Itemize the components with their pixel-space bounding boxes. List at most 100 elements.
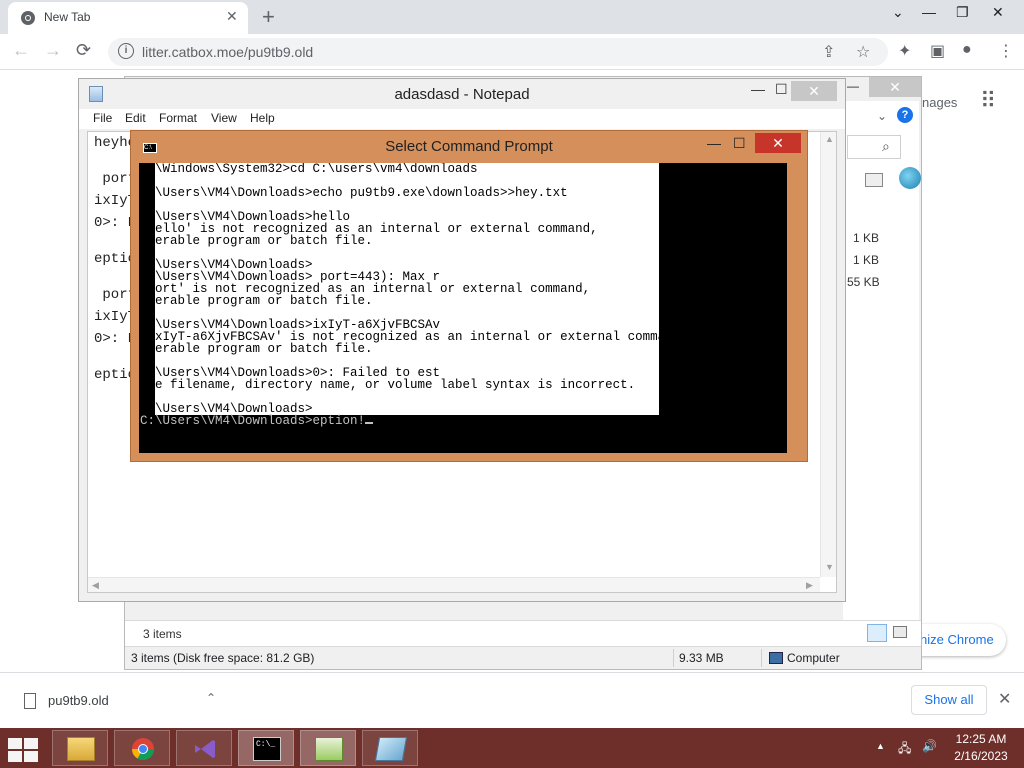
notepad-taskbar-icon [315, 737, 343, 761]
console-line: C:\Users\VM4\Downloads>eption! [140, 415, 374, 427]
status-divider [673, 649, 674, 667]
forward-button[interactable]: → [44, 40, 62, 61]
scroll-up-arrow-icon[interactable]: ▲ [825, 134, 834, 144]
help-icon[interactable]: ? [897, 107, 913, 123]
globe-icon [899, 167, 921, 189]
search-box[interactable]: ⌕ [847, 135, 901, 159]
file-size-1: 1 KB [853, 231, 880, 245]
taskbar-app[interactable] [362, 730, 418, 766]
url-text[interactable]: litter.catbox.moe/pu9tb9.old [142, 44, 313, 60]
console-line: operable program or batch file. [140, 234, 373, 248]
notepad-maximize-button[interactable]: ☐ [775, 81, 788, 98]
site-info-icon[interactable]: i [118, 43, 134, 59]
download-bar-close-button[interactable]: ✕ [998, 689, 1011, 709]
status-location-text: Computer [787, 651, 840, 665]
file-size-2: 1 KB [853, 253, 880, 267]
images-link[interactable]: nages [922, 95, 957, 110]
file-size-3: 55 KB [847, 275, 880, 289]
notepad-menubar: File Edit Format View Help [79, 109, 845, 129]
windows-logo-icon [8, 751, 22, 762]
taskbar-chrome[interactable] [114, 730, 170, 766]
share-icon[interactable]: ⇪ [822, 42, 835, 62]
scroll-down-arrow-icon[interactable]: ▼ [825, 562, 834, 572]
start-button[interactable] [6, 736, 38, 762]
reload-button[interactable]: ⟳ [76, 40, 91, 61]
preview-pane-icon[interactable] [865, 173, 883, 187]
cmd-taskbar-icon: C:\_ [253, 737, 281, 761]
scroll-left-arrow-icon[interactable]: ◀ [92, 580, 99, 591]
taskbar-notepad[interactable] [300, 730, 356, 766]
app-taskbar-icon [374, 737, 408, 761]
search-icon[interactable]: ⌕ [882, 138, 890, 155]
notepad-vertical-scrollbar[interactable]: ▲ ▼ [820, 132, 836, 577]
scroll-right-arrow-icon[interactable]: ▶ [806, 580, 813, 591]
download-options-caret-icon[interactable]: ⌃ [206, 691, 216, 705]
taskbar-file-explorer[interactable] [52, 730, 108, 766]
console-line: operable program or batch file. [140, 294, 373, 308]
show-hidden-icons-arrow[interactable]: ▲ [876, 741, 885, 751]
new-tab-button[interactable]: + [262, 4, 275, 30]
download-bar: pu9tb9.old ⌃ Show all ✕ [0, 672, 1024, 728]
tab-new-tab[interactable]: New Tab ✕ [8, 2, 248, 34]
menu-help[interactable]: Help [250, 111, 275, 125]
download-filename[interactable]: pu9tb9.old [48, 693, 109, 708]
side-panel-icon[interactable]: ▣ [930, 41, 945, 61]
clock[interactable]: 12:25 AM 2/16/2023 [948, 732, 1014, 766]
notepad-titlebar[interactable]: adasdasd - Notepad — ☐ ✕ [79, 79, 845, 109]
visual-studio-icon [195, 740, 215, 758]
console-line: operable program or batch file. [140, 342, 373, 356]
cmd-close-button[interactable]: ✕ [755, 133, 801, 153]
chrome-menu-icon[interactable]: ⋮ [998, 41, 1014, 61]
windows-logo-icon [24, 738, 38, 749]
profile-avatar-icon[interactable]: ● [962, 41, 972, 59]
console-line: The filename, directory name, or volume … [140, 378, 636, 392]
notepad-horizontal-scrollbar[interactable]: ◀ ▶ [88, 577, 820, 592]
show-all-button[interactable]: Show all [911, 685, 987, 715]
status-items-text: 3 items (Disk free space: 81.2 GB) [131, 651, 315, 665]
explorer-item-count-bar: 3 items [125, 620, 921, 646]
cmd-console[interactable]: C:\Windows\System32>cd C:\users\vm4\down… [139, 163, 787, 453]
computer-icon [769, 652, 783, 664]
network-icon[interactable]: 🖧 [898, 739, 911, 760]
notepad-title: adasdasd - Notepad [394, 86, 530, 103]
cmd-maximize-button[interactable]: ☐ [733, 135, 746, 152]
apps-grid-icon[interactable]: ⠿ [980, 88, 996, 114]
details-view-icon[interactable] [867, 624, 887, 642]
extensions-icon[interactable]: ✦ [898, 41, 911, 61]
status-size-text: 9.33 MB [679, 651, 724, 665]
minimize-button[interactable]: — [922, 4, 936, 20]
explorer-minimize-button[interactable]: — [847, 79, 859, 93]
address-bar[interactable]: i litter.catbox.moe/pu9tb9.old ⇪ ☆ [108, 38, 888, 66]
windows-taskbar: C:\_ ▲ 🖧 🔊 12:25 AM 2/16/2023 [0, 728, 1024, 768]
notepad-close-button[interactable]: ✕ [791, 81, 837, 101]
tab-title: New Tab [44, 10, 91, 24]
status-divider [761, 649, 762, 667]
taskbar-visual-studio[interactable] [176, 730, 232, 766]
close-window-button[interactable]: ✕ [992, 4, 1004, 21]
cmd-titlebar[interactable]: C:\ Select Command Prompt — ☐ ✕ [131, 131, 807, 161]
back-button[interactable]: ← [12, 40, 30, 61]
browser-toolbar: ← → ⟳ i litter.catbox.moe/pu9tb9.old ⇪ ☆… [0, 34, 1024, 70]
menu-format[interactable]: Format [159, 111, 197, 125]
console-line: C:\Windows\System32>cd C:\users\vm4\down… [140, 163, 478, 176]
tab-search-chevron-icon[interactable]: ⌄ [892, 4, 904, 21]
large-icons-view-icon[interactable] [893, 626, 907, 638]
menu-view[interactable]: View [211, 111, 237, 125]
expand-chevron-icon[interactable]: ⌄ [877, 109, 887, 123]
folder-icon [67, 737, 95, 761]
menu-edit[interactable]: Edit [125, 111, 146, 125]
explorer-close-button[interactable]: ✕ [869, 77, 921, 97]
cmd-minimize-button[interactable]: — [707, 135, 721, 151]
chrome-favicon-icon [21, 11, 35, 25]
file-icon [24, 693, 36, 709]
notepad-minimize-button[interactable]: — [751, 81, 765, 97]
menu-file[interactable]: File [93, 111, 112, 125]
bookmark-star-icon[interactable]: ☆ [856, 42, 870, 62]
restore-button[interactable]: ❐ [956, 4, 969, 21]
cmd-title: Select Command Prompt [385, 138, 553, 155]
volume-icon[interactable]: 🔊 [922, 739, 937, 753]
windows-logo-icon [8, 738, 22, 749]
clock-time: 12:25 AM [955, 732, 1007, 746]
taskbar-command-prompt[interactable]: C:\_ [238, 730, 294, 766]
tab-close-icon[interactable]: ✕ [226, 8, 238, 25]
